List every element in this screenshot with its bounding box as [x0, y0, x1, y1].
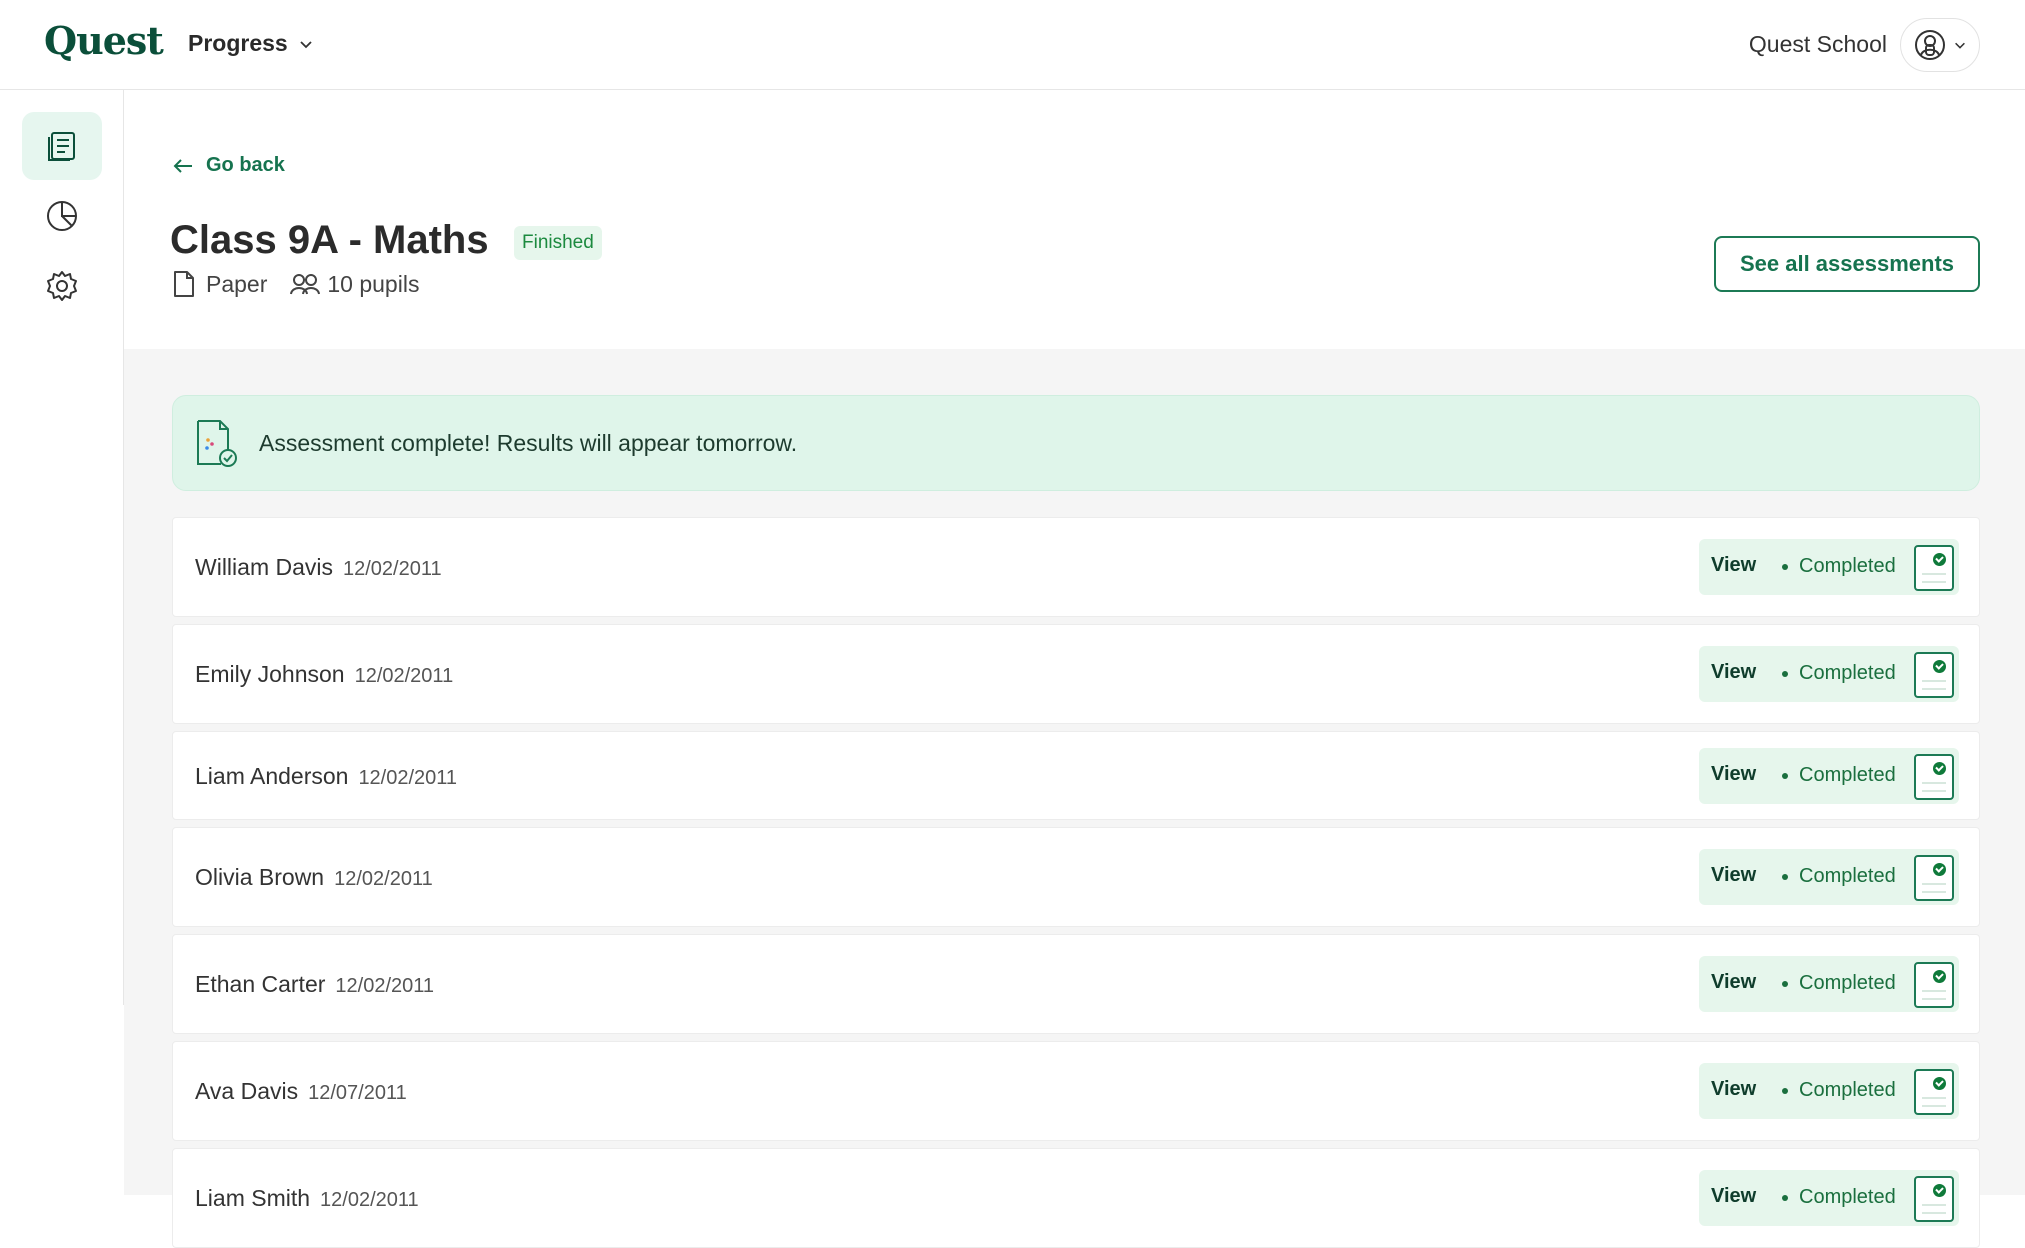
pupil-row: Liam Smith 12/02/2011 View Completed — [172, 1148, 1980, 1248]
go-back-link[interactable]: Go back — [172, 154, 285, 177]
pupil-status: View Completed — [1699, 1170, 1959, 1226]
completed-paper-icon[interactable] — [1914, 962, 1954, 1008]
sidebar-item-assessments[interactable] — [22, 112, 102, 180]
sidebar-item-settings[interactable] — [22, 252, 102, 320]
view-result-link[interactable]: View — [1711, 1078, 1756, 1101]
pupil-row: Emily Johnson 12/02/2011 View Completed — [172, 624, 1980, 724]
status-dot — [1782, 1195, 1788, 1201]
pupil-name: Liam Smith — [195, 1185, 311, 1211]
arrow-left-icon — [173, 158, 192, 173]
document-icon — [174, 271, 194, 297]
assessments-icon — [48, 132, 75, 161]
assessment-format: Paper — [206, 270, 268, 297]
completion-banner: Assessment complete! Results will appear… — [172, 395, 1980, 491]
pupil-status: View Completed — [1699, 748, 1959, 804]
status-badge: Finished — [514, 226, 602, 260]
quest-logo[interactable]: Quest — [44, 18, 164, 63]
pupil-row: Olivia Brown 12/02/2011 View Completed — [172, 827, 1980, 927]
account-menu-button[interactable] — [1900, 18, 1980, 72]
status-label: Completed — [1799, 555, 1896, 577]
pupil-dob: 12/07/2011 — [308, 1082, 407, 1104]
results-content: Assessment complete! Results will appear… — [124, 349, 2025, 1248]
pupil-name: Ava Davis — [195, 1078, 299, 1104]
pupil-dob: 12/02/2011 — [354, 665, 454, 687]
completed-paper-icon[interactable] — [1914, 1069, 1954, 1115]
pupil-status: View Completed — [1699, 956, 1959, 1012]
assessment-meta: Paper 10 pupils — [172, 270, 441, 298]
pupil-status: View Completed — [1699, 1063, 1959, 1119]
pupil-dob: 12/02/2011 — [334, 868, 433, 890]
pupil-row: Ethan Carter 12/02/2011 View Completed — [172, 934, 1980, 1034]
status-dot — [1782, 671, 1788, 677]
view-result-link[interactable]: View — [1711, 554, 1756, 577]
sidebar — [0, 90, 124, 1005]
user-avatar-icon — [1915, 30, 1945, 60]
view-result-link[interactable]: View — [1711, 1185, 1756, 1208]
pupil-status: View Completed — [1699, 849, 1959, 905]
assessment-header: Go back Class 9A - Maths Finished Paper … — [124, 90, 2025, 349]
pupil-name: Ethan Carter — [195, 971, 326, 997]
view-result-link[interactable]: View — [1711, 971, 1756, 994]
view-result-link[interactable]: View — [1711, 763, 1756, 786]
completed-paper-icon[interactable] — [1914, 652, 1954, 698]
pupil-status: View Completed — [1699, 539, 1959, 595]
pupil-row: William Davis 12/02/2011 View Completed — [172, 517, 1980, 617]
pupil-count: 10 pupils — [327, 270, 420, 297]
pupil-name: Olivia Brown — [195, 864, 325, 890]
status-dot — [1782, 874, 1788, 880]
status-dot — [1782, 773, 1788, 779]
pupil-dob: 12/02/2011 — [335, 975, 435, 997]
pupil-dob: 12/02/2011 — [343, 558, 442, 580]
completed-paper-icon[interactable] — [1914, 545, 1954, 591]
status-dot — [1782, 1088, 1788, 1094]
banner-message: Assessment complete! Results will appear… — [259, 429, 798, 456]
chevron-down-icon — [300, 40, 312, 48]
pupil-name: Emily Johnson — [195, 661, 345, 687]
status-label: Completed — [1799, 865, 1896, 887]
settings-gear-icon — [47, 271, 77, 301]
document-check-icon — [197, 420, 237, 467]
status-dot — [1782, 981, 1788, 987]
pupil-name: William Davis — [195, 554, 333, 580]
status-label: Completed — [1799, 1186, 1896, 1208]
sidebar-item-reports[interactable] — [22, 182, 102, 250]
pupil-status: View Completed — [1699, 646, 1959, 702]
pupil-dob: 12/02/2011 — [320, 1189, 419, 1211]
chevron-down-icon — [1955, 42, 1965, 49]
status-label: Completed — [1799, 662, 1896, 684]
status-label: Completed — [1799, 1079, 1896, 1101]
progress-menu[interactable]: Progress — [188, 30, 314, 57]
status-label: Completed — [1799, 764, 1896, 786]
pie-chart-icon — [47, 201, 77, 231]
completed-paper-icon[interactable] — [1914, 1176, 1954, 1222]
page-title: Class 9A - Maths — [170, 218, 489, 262]
top-bar: Quest Progress Quest School — [0, 0, 2025, 90]
completed-paper-icon[interactable] — [1914, 754, 1954, 800]
progress-menu-label: Progress — [188, 30, 288, 56]
view-result-link[interactable]: View — [1711, 661, 1756, 684]
completed-paper-icon[interactable] — [1914, 855, 1954, 901]
pupil-name: Liam Anderson — [195, 763, 349, 789]
pupil-dob: 12/02/2011 — [358, 767, 458, 789]
see-all-assessments-button[interactable]: See all assessments — [1714, 236, 1980, 292]
pupils-icon — [290, 274, 321, 295]
view-result-link[interactable]: View — [1711, 864, 1756, 887]
go-back-label: Go back — [206, 154, 285, 176]
pupil-row: Liam Anderson 12/02/2011 View Completed — [172, 731, 1980, 820]
status-dot — [1782, 564, 1788, 570]
pupil-row: Ava Davis 12/07/2011 View Completed — [172, 1041, 1980, 1141]
school-name: Quest School — [1748, 31, 1887, 57]
status-label: Completed — [1799, 972, 1896, 994]
